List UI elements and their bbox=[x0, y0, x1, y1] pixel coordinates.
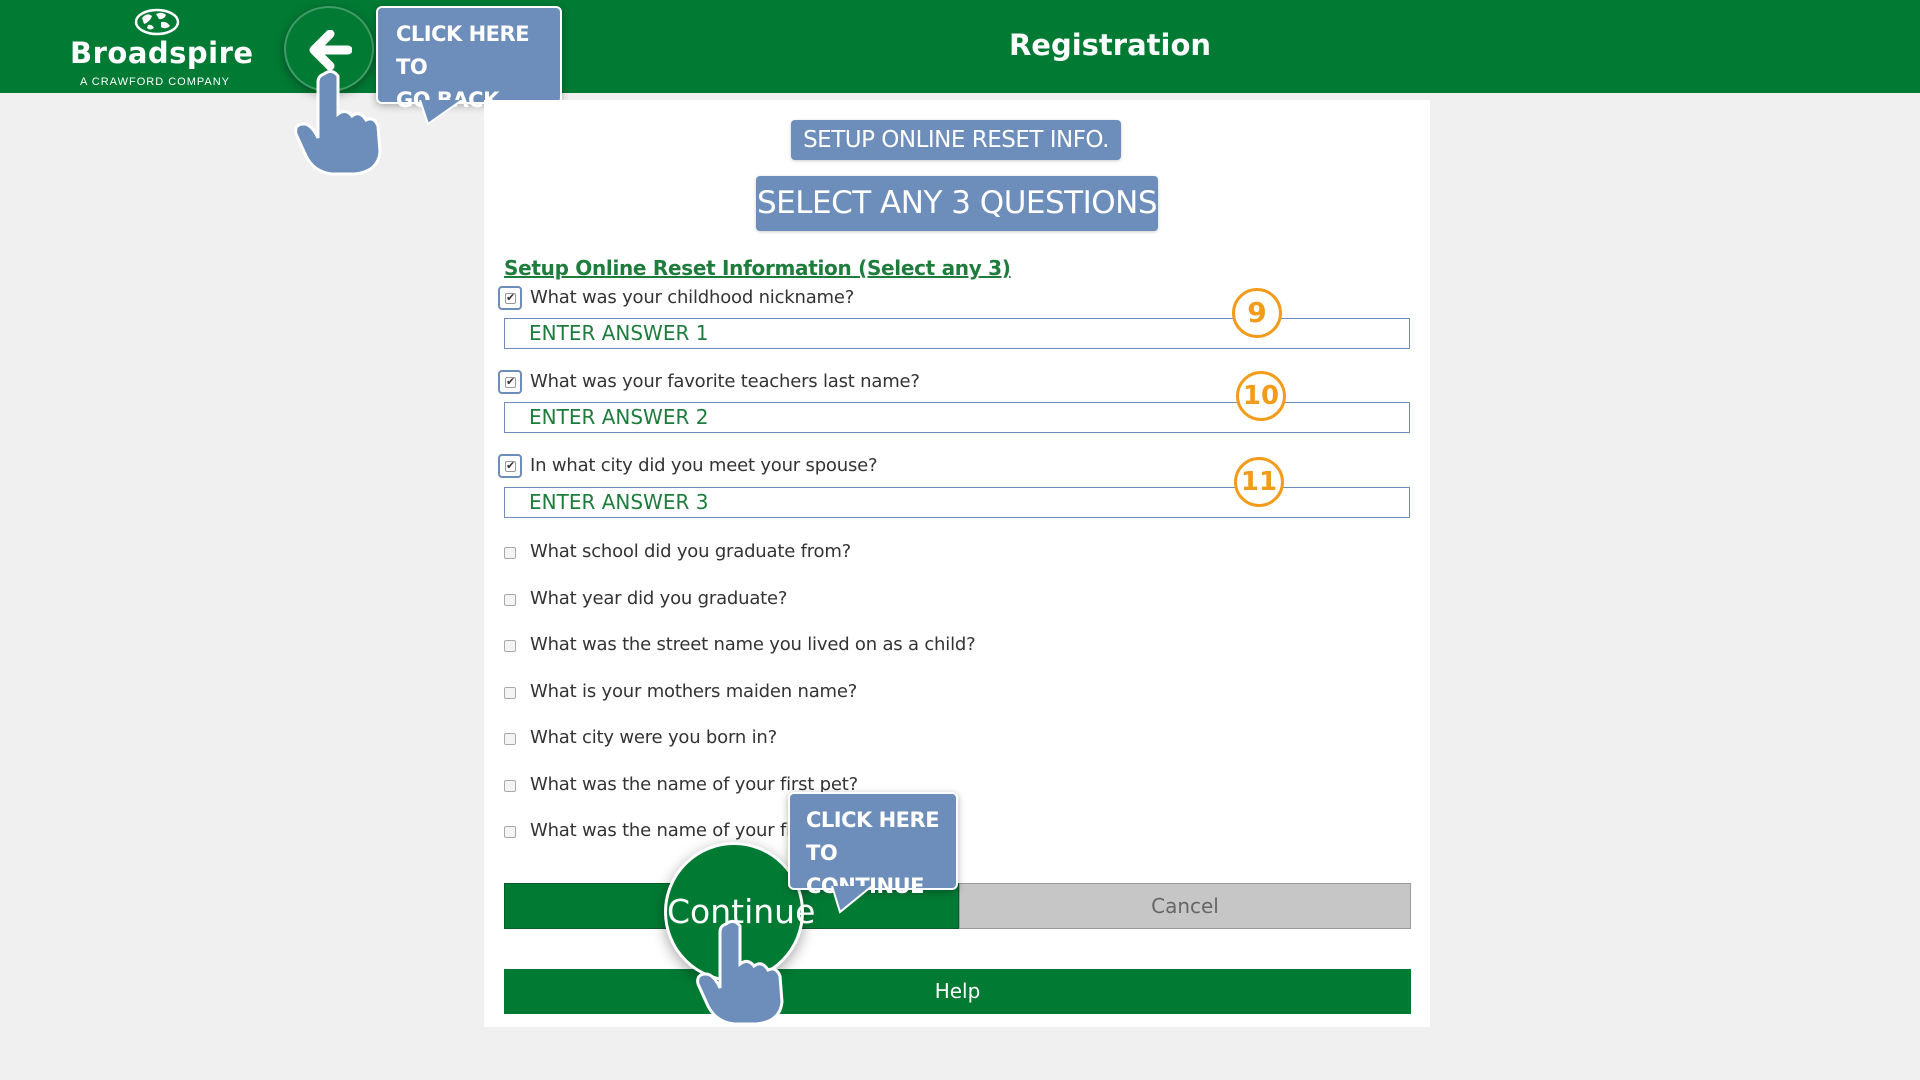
question-label: What was your childhood nickname? bbox=[530, 287, 855, 308]
logo-name: Broadspire bbox=[70, 36, 254, 70]
globe-icon bbox=[134, 8, 180, 36]
question-checkbox[interactable] bbox=[504, 640, 516, 652]
question-label: What was your favorite teachers last nam… bbox=[530, 371, 920, 392]
registration-card: SETUP ONLINE RESET INFO. SELECT ANY 3 QU… bbox=[484, 100, 1430, 1027]
question-checkbox[interactable]: ✔ bbox=[498, 454, 522, 478]
question-row: ✔ In what city did you meet your spouse? bbox=[498, 453, 1298, 479]
callout-tail bbox=[831, 886, 873, 914]
step-badge-11: 11 bbox=[1234, 457, 1284, 507]
question-label: In what city did you meet your spouse? bbox=[530, 455, 878, 476]
question-row: ✔ What was your favorite teachers last n… bbox=[498, 369, 1298, 395]
question-row: What school did you graduate from? bbox=[498, 539, 1298, 565]
question-row: What year did you graduate? bbox=[498, 586, 1298, 612]
pointer-hand-icon bbox=[294, 69, 382, 176]
question-label: What is your mothers maiden name? bbox=[530, 681, 858, 702]
section-title-link[interactable]: Setup Online Reset Information (Select a… bbox=[504, 256, 1011, 280]
question-checkbox[interactable]: ✔ bbox=[498, 286, 522, 310]
check-icon: ✔ bbox=[505, 292, 516, 304]
arrow-left-icon bbox=[309, 30, 352, 70]
question-checkbox[interactable] bbox=[504, 687, 516, 699]
question-label: What city were you born in? bbox=[530, 727, 777, 748]
question-label: What was the street name you lived on as… bbox=[530, 634, 976, 655]
question-label: What school did you graduate from? bbox=[530, 541, 852, 562]
step-badge-10: 10 bbox=[1236, 371, 1286, 421]
app-header: Broadspire A CRAWFORD COMPANY Registrati… bbox=[0, 0, 1920, 93]
question-checkbox[interactable] bbox=[504, 594, 516, 606]
question-checkbox[interactable] bbox=[504, 733, 516, 745]
callout-tail bbox=[419, 100, 463, 126]
question-checkbox[interactable] bbox=[504, 826, 516, 838]
go-back-callout: CLICK HERE TO GO BACK bbox=[376, 6, 562, 112]
question-checkbox[interactable]: ✔ bbox=[498, 370, 522, 394]
select-questions-tag: SELECT ANY 3 QUESTIONS bbox=[756, 176, 1158, 231]
logo-subtitle: A CRAWFORD COMPANY bbox=[79, 76, 230, 88]
pointer-hand-icon bbox=[696, 919, 784, 1026]
question-row: What was the street name you lived on as… bbox=[498, 632, 1298, 658]
continue-callout: CLICK HERE TO CONTINUE bbox=[788, 792, 958, 898]
help-button[interactable]: Help bbox=[504, 969, 1411, 1014]
question-checkbox[interactable] bbox=[504, 547, 516, 559]
question-row: ✔ What was your childhood nickname? bbox=[498, 285, 1298, 311]
cancel-button[interactable]: Cancel bbox=[959, 883, 1411, 929]
broadspire-logo: Broadspire A CRAWFORD COMPANY bbox=[70, 8, 254, 88]
check-icon: ✔ bbox=[505, 376, 516, 388]
question-checkbox[interactable] bbox=[504, 780, 516, 792]
question-row: What is your mothers maiden name? bbox=[498, 679, 1298, 705]
question-label: What year did you graduate? bbox=[530, 588, 788, 609]
callout-line: CLICK HERE TO bbox=[396, 22, 530, 79]
page-title: Registration bbox=[1008, 28, 1212, 62]
setup-reset-tag: SETUP ONLINE RESET INFO. bbox=[791, 120, 1121, 160]
question-row: What city were you born in? bbox=[498, 725, 1298, 751]
question-label: What was the name of your firs bbox=[530, 820, 808, 841]
check-icon: ✔ bbox=[505, 460, 516, 472]
step-badge-9: 9 bbox=[1232, 288, 1282, 338]
callout-line: CLICK HERE TO bbox=[806, 808, 940, 865]
